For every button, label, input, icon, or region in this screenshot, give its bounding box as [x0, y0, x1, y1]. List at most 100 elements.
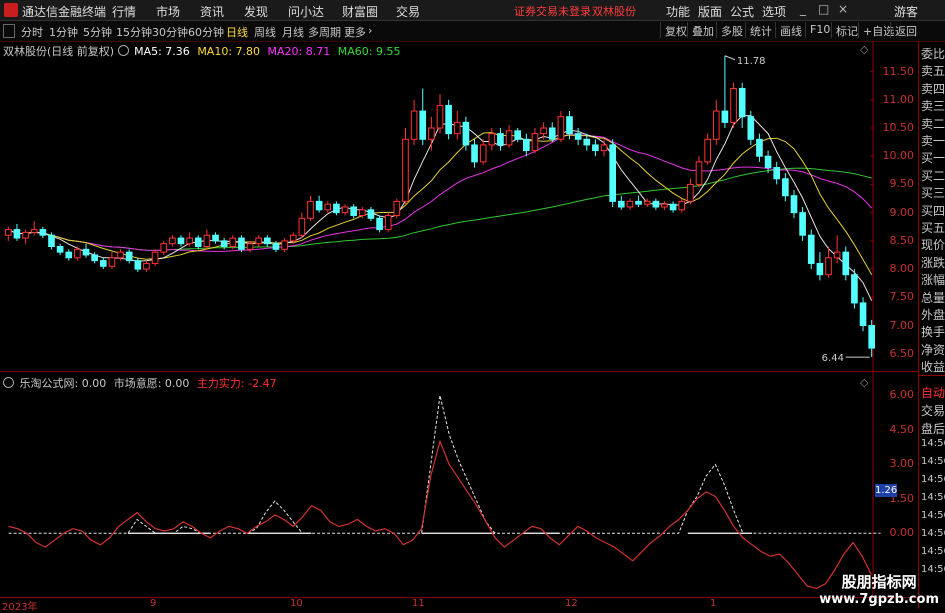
candle: [851, 269, 858, 309]
btn-back[interactable]: 返回: [890, 22, 921, 38]
candle: [298, 212, 306, 239]
candle: [65, 249, 73, 261]
high-label: 11.78: [737, 56, 766, 67]
quote-field-label: 换手: [921, 325, 945, 340]
main-y-axis: 11.50 11.00 10.50 10.00 9.50 9.00 8.50 8.00 7.50…: [874, 41, 918, 371]
period-5min[interactable]: 5分钟: [83, 24, 112, 40]
candle: [56, 243, 64, 255]
trade-tab[interactable]: 自动: [921, 384, 945, 401]
period-1min[interactable]: 1分钟: [49, 24, 78, 40]
menu-faxian[interactable]: 发现: [244, 3, 268, 20]
period-weekly[interactable]: 周线: [254, 24, 276, 40]
trade-tab[interactable]: 盘后: [921, 420, 945, 437]
candle: [523, 133, 530, 157]
candle: [238, 235, 245, 253]
btn-duogu[interactable]: 多股: [716, 22, 747, 38]
y-tick: 9.50: [889, 177, 915, 191]
minimize-icon[interactable]: _: [800, 2, 806, 16]
candle: [635, 195, 642, 207]
quote-field-label: 收益: [921, 360, 945, 375]
candle: [367, 207, 375, 222]
quote-field-label: 买一: [921, 151, 945, 166]
candle: [281, 238, 288, 253]
menu-gongshi[interactable]: 公式: [730, 3, 754, 20]
trade-tab[interactable]: 交易: [921, 402, 945, 419]
chevron-right-icon[interactable]: ›: [368, 24, 372, 37]
y-tick: 7.00: [889, 318, 915, 332]
candlestick-chart[interactable]: 11.78 6.44: [0, 41, 918, 371]
ma-line: [8, 167, 872, 251]
btn-diejia[interactable]: 叠加: [687, 22, 718, 38]
tick-time: 14:56: [921, 546, 945, 557]
candle: [255, 235, 263, 247]
period-15min[interactable]: 15分钟: [116, 24, 152, 40]
period-multi[interactable]: 多周期: [308, 24, 341, 40]
candle: [799, 207, 806, 241]
period-daily[interactable]: 日线: [226, 24, 248, 40]
quote-field-label: 卖一: [921, 134, 945, 148]
ma-line: [8, 115, 873, 301]
period-fenshi[interactable]: 分时: [21, 24, 43, 40]
candle: [393, 198, 401, 219]
candle: [384, 212, 392, 233]
close-icon[interactable]: ×: [838, 2, 848, 16]
menu-zixun[interactable]: 资讯: [200, 3, 224, 20]
btn-huaxian[interactable]: 画线: [775, 22, 806, 38]
menu-jiaoyi[interactable]: 交易: [396, 3, 420, 20]
login-notice[interactable]: 证券交易未登录: [514, 3, 591, 19]
candle: [307, 195, 314, 222]
menu-gongneng[interactable]: 功能: [666, 3, 690, 20]
candle: [609, 139, 616, 207]
candle: [842, 246, 850, 281]
candle: [531, 128, 539, 154]
candle: [212, 232, 219, 244]
candle: [479, 139, 487, 165]
candle: [548, 122, 556, 143]
top-stock-name: 双林股份: [592, 5, 636, 18]
candle: [807, 229, 815, 270]
candle: [790, 190, 798, 219]
candle: [712, 99, 720, 145]
candle: [436, 94, 444, 134]
period-30min[interactable]: 30分钟: [152, 24, 188, 40]
indicator-y-tick: 6.00: [889, 388, 915, 402]
menu-wenxiaoda[interactable]: 问小达: [288, 3, 324, 20]
tick-time: 14:56: [921, 528, 945, 539]
indicator-chart[interactable]: [0, 372, 918, 597]
list-icon[interactable]: [3, 24, 15, 38]
quote-field-label: 外盘: [921, 308, 945, 322]
candle: [99, 257, 107, 270]
candle: [48, 232, 55, 250]
quote-field-label: 卖四: [921, 81, 945, 96]
menu-hangqing[interactable]: 行情: [112, 3, 136, 20]
app-title: 通达信金融终端: [22, 5, 107, 19]
candle: [557, 111, 565, 143]
quote-field-label: 涨跌: [921, 255, 945, 270]
menu-xuanxiang[interactable]: 选项: [762, 3, 786, 20]
period-60min[interactable]: 60分钟: [188, 24, 224, 40]
x-tick: 2023年: [2, 602, 38, 613]
maximize-icon[interactable]: □: [818, 2, 829, 16]
watermark-title: 股朋指标网: [841, 573, 917, 591]
quote-field-label: 买五: [921, 221, 945, 235]
period-monthly[interactable]: 月线: [282, 24, 304, 40]
candle: [428, 116, 435, 151]
candle: [324, 201, 332, 213]
candle: [669, 201, 677, 213]
period-more[interactable]: 更多: [344, 24, 366, 40]
user-label[interactable]: 游客: [894, 3, 918, 20]
candle: [177, 235, 185, 247]
menu-caifuquan[interactable]: 财富圈: [342, 3, 378, 20]
btn-tongji[interactable]: 统计: [745, 22, 776, 38]
side-panel-divider: [919, 375, 945, 376]
quote-field-label: 买三: [921, 186, 945, 201]
candle: [738, 82, 746, 128]
candle: [315, 195, 323, 213]
app-logo-icon: [4, 3, 18, 17]
btn-f10[interactable]: F10: [805, 22, 834, 38]
menu-shichang[interactable]: 市场: [156, 3, 180, 20]
period-toolbar: 分时 1分钟 5分钟 15分钟 30分钟 60分钟 日线 周线 月线 多周期 更…: [0, 21, 945, 42]
menu-bar: 通达信金融终端 行情 市场 资讯 发现 问小达 财富圈 交易 证券交易未登录 双…: [0, 0, 945, 21]
candle: [160, 240, 168, 255]
menu-banmian[interactable]: 版面: [698, 3, 722, 20]
